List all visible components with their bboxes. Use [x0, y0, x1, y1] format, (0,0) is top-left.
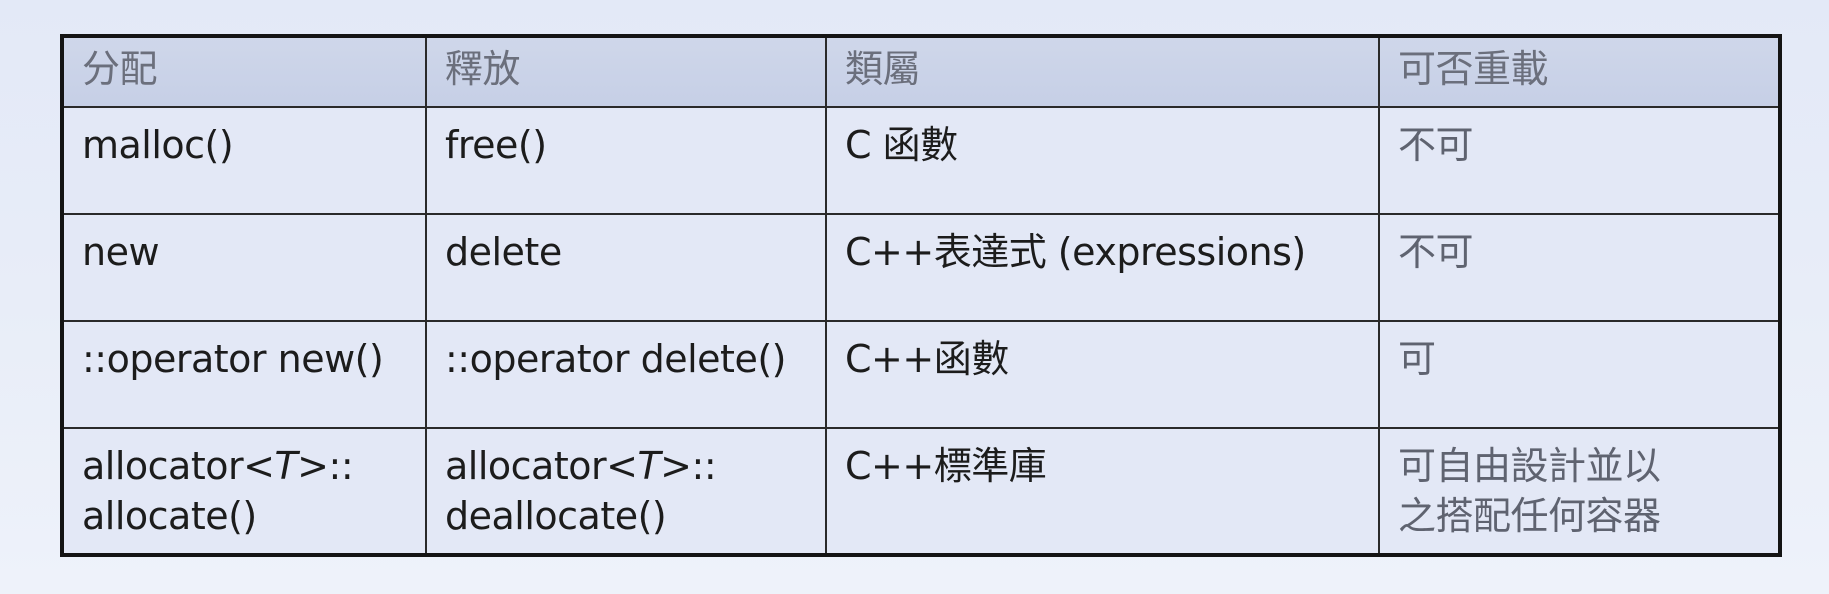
cell-line: deallocate(): [445, 494, 667, 538]
table-row: new delete C++表達式 (expressions) 不可: [61, 213, 1781, 322]
header-overloadable: 可否重載: [1378, 35, 1781, 108]
cell-allocate: new: [61, 213, 427, 322]
template-param: T: [637, 444, 661, 488]
cell-overloadable: 不可: [1378, 213, 1781, 322]
allocator-suffix: >::: [660, 444, 717, 488]
cell-overloadable: 可: [1378, 320, 1781, 429]
cell-category: C++表達式 (expressions): [825, 213, 1380, 322]
cell-category: C++標準庫: [825, 427, 1380, 556]
header-category: 類屬: [825, 35, 1380, 108]
cell-overloadable: 可自由設計並以 之搭配任何容器: [1378, 427, 1781, 556]
header-release: 釋放: [425, 35, 827, 108]
cell-release: allocator<T>:: deallocate(): [425, 427, 827, 556]
template-param: T: [274, 444, 298, 488]
cell-allocate: allocator<T>:: allocate(): [61, 427, 427, 556]
cell-category: C++函數: [825, 320, 1380, 429]
cell-line: allocator<T>::: [445, 441, 811, 491]
cell-allocate: ::operator new(): [61, 320, 427, 429]
cell-line: allocate(): [82, 494, 257, 538]
allocator-prefix: allocator<: [82, 444, 275, 488]
allocator-suffix: >::: [297, 444, 354, 488]
table-header-row: 分配 釋放 類屬 可否重載: [61, 35, 1781, 108]
memory-allocation-table: 分配 釋放 類屬 可否重載 malloc() free() C 函數 不可 ne…: [60, 34, 1782, 557]
cell-release: delete: [425, 213, 827, 322]
slide: 分配 釋放 類屬 可否重載 malloc() free() C 函數 不可 ne…: [0, 0, 1829, 594]
cell-release: ::operator delete(): [425, 320, 827, 429]
table-row: malloc() free() C 函數 不可: [61, 106, 1781, 215]
cell-line: 之搭配任何容器: [1398, 494, 1661, 538]
cell-allocate: malloc(): [61, 106, 427, 215]
table-row: ::operator new() ::operator delete() C++…: [61, 320, 1781, 429]
cell-category: C 函數: [825, 106, 1380, 215]
cell-line: allocator<T>::: [82, 441, 411, 491]
cell-line: 可自由設計並以: [1398, 444, 1661, 488]
table-row: allocator<T>:: allocate() allocator<T>::…: [61, 427, 1781, 556]
header-allocate: 分配: [61, 35, 427, 108]
cell-release: free(): [425, 106, 827, 215]
allocator-prefix: allocator<: [445, 444, 638, 488]
cell-overloadable: 不可: [1378, 106, 1781, 215]
